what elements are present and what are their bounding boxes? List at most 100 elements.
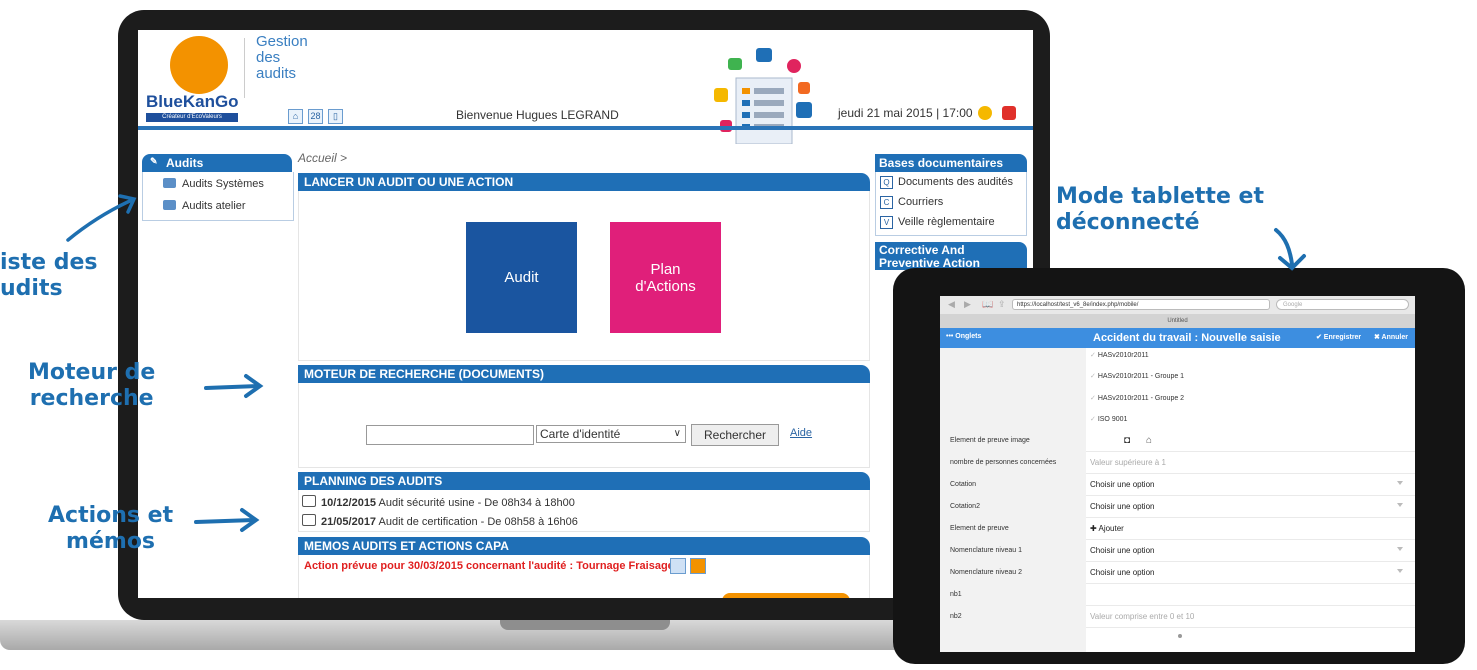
chevron-down-icon bbox=[1397, 569, 1403, 573]
form-row[interactable]: Nomenclature niveau 1 Choisir une option bbox=[940, 540, 1415, 562]
form-row-label: Element de preuve bbox=[940, 518, 1086, 540]
planning-text: Audit sécurité usine - De 08h34 à 18h00 bbox=[378, 497, 575, 509]
memo-item[interactable]: Action prévue pour 30/03/2015 concernant… bbox=[304, 560, 674, 572]
nav-audits-header[interactable]: ✎ Audits bbox=[142, 154, 292, 172]
checklist-label: ISO 9001 bbox=[1097, 416, 1128, 423]
form-row-label: Cotation bbox=[940, 474, 1086, 496]
app-title-line: audits bbox=[256, 65, 297, 82]
arrow-icon bbox=[66, 194, 137, 242]
form-row[interactable]: Cotation Choisir une option bbox=[940, 474, 1415, 496]
document-icon: Q bbox=[880, 176, 893, 189]
form-row-label: Nomenclature niveau 1 bbox=[940, 540, 1086, 562]
bases-item-label: Courriers bbox=[898, 196, 944, 208]
browser-tab[interactable]: Untitled bbox=[940, 314, 1415, 328]
cotation2-select[interactable]: Choisir une option bbox=[1090, 496, 1154, 518]
bases-item[interactable]: Q Documents des audités bbox=[880, 176, 1013, 189]
arrow-icon bbox=[194, 508, 260, 532]
nb2-input[interactable]: Valeur comprise entre 0 et 10 bbox=[1090, 606, 1194, 628]
forward-icon[interactable]: ▶ bbox=[964, 299, 971, 310]
add-proof-button[interactable]: ✚ Ajouter bbox=[1090, 518, 1124, 540]
audit-tile[interactable]: Audit bbox=[466, 222, 577, 333]
nomenclature1-select[interactable]: Choisir une option bbox=[1090, 540, 1154, 562]
bases-item[interactable]: V Veille règlementaire bbox=[880, 216, 995, 229]
arrow-icon bbox=[1274, 228, 1306, 271]
bell-icon[interactable] bbox=[978, 106, 992, 120]
folder-icon bbox=[163, 178, 176, 188]
bookmarks-icon[interactable]: 📖 bbox=[982, 299, 993, 310]
form-row: Element de preuve image ◘ ⌂ bbox=[940, 430, 1415, 452]
mail-icon: C bbox=[880, 196, 893, 209]
title-divider bbox=[244, 38, 245, 98]
breadcrumb[interactable]: Accueil > bbox=[298, 151, 347, 165]
search-input[interactable] bbox=[366, 425, 534, 445]
gallery-icon[interactable]: ⌂ bbox=[1146, 435, 1152, 446]
capa-header[interactable]: Corrective And Preventive Action bbox=[875, 242, 1027, 270]
tabs-button[interactable]: ••• Onglets bbox=[946, 333, 981, 340]
checklist-label-cell bbox=[940, 348, 1086, 436]
search-section-title: MOTEUR DE RECHERCHE (DOCUMENTS) bbox=[298, 365, 870, 383]
nav-item-audits-atelier[interactable]: Audits atelier bbox=[163, 200, 246, 212]
nav-item-audits-systemes[interactable]: Audits Systèmes bbox=[163, 178, 264, 190]
folder-icon bbox=[163, 200, 176, 210]
tablet-icon[interactable]: ▯ bbox=[328, 109, 343, 124]
bases-header: Bases documentaires bbox=[875, 154, 1027, 172]
plan-actions-tile[interactable]: Plan d'Actions bbox=[610, 222, 721, 333]
checklist-item[interactable]: ✓ HASv2010r2011 bbox=[1090, 351, 1149, 359]
action-icon[interactable] bbox=[690, 558, 706, 574]
pencil-icon: ✎ bbox=[150, 156, 158, 166]
checklist-label: HASv2010r2011 bbox=[1097, 352, 1149, 359]
power-icon[interactable] bbox=[1002, 106, 1016, 120]
checklist-item[interactable]: ✓ HASv2010r2011 - Groupe 2 bbox=[1090, 394, 1184, 402]
checklist-label: HASv2010r2011 - Groupe 2 bbox=[1097, 395, 1185, 402]
help-link[interactable]: Aide bbox=[790, 427, 812, 439]
annotation-tablette: Mode tablette et déconnecté bbox=[1056, 184, 1264, 235]
nav-title: Audits bbox=[166, 156, 204, 170]
bases-item[interactable]: C Courriers bbox=[880, 196, 943, 209]
launch-section bbox=[298, 191, 870, 361]
save-button[interactable]: ✔ Enregistrer bbox=[1316, 333, 1361, 341]
nomenclature2-select[interactable]: Choisir une option bbox=[1090, 562, 1154, 584]
form-row-label: nb1 bbox=[940, 584, 1086, 606]
check-icon: ✓ bbox=[1090, 373, 1098, 380]
form-row[interactable]: Nomenclature niveau 2 Choisir une option bbox=[940, 562, 1415, 584]
planning-row[interactable]: 10/12/2015 Audit sécurité usine - De 08h… bbox=[302, 495, 575, 509]
calendar-icon[interactable]: 28 bbox=[308, 109, 323, 124]
checklist-item[interactable]: ✓ HASv2010r2011 - Groupe 1 bbox=[1090, 372, 1184, 380]
brand-tagline: Créateur d'EcoValeurs bbox=[146, 113, 238, 122]
chevron-down-icon bbox=[1397, 547, 1403, 551]
planning-row[interactable]: 21/05/2017 Audit de certification - De 0… bbox=[302, 514, 578, 528]
search-button[interactable]: Rechercher bbox=[691, 424, 779, 446]
cotation-select[interactable]: Choisir une option bbox=[1090, 474, 1154, 496]
brand-name: BlueKanGo bbox=[146, 92, 239, 111]
share-icon[interactable]: ⇪ bbox=[998, 299, 1006, 310]
form-row-label-partial bbox=[940, 628, 1086, 652]
laptop-notch bbox=[500, 620, 670, 630]
chevron-down-icon bbox=[1397, 503, 1403, 507]
home-icon[interactable]: ⌂ bbox=[288, 109, 303, 124]
tablet-screen: ◀ ▶ 📖 ⇪ https://localhost/test_v6_8e/ind… bbox=[940, 296, 1415, 652]
form-row[interactable]: nb1 bbox=[940, 584, 1415, 606]
url-bar[interactable]: https://localhost/test_v6_8e/index.php/m… bbox=[1012, 299, 1270, 310]
bases-item-label: Veille règlementaire bbox=[898, 216, 995, 228]
cancel-button[interactable]: ✖ Annuler bbox=[1374, 333, 1408, 341]
form-row[interactable]: nombre de personnes concernées Valeur su… bbox=[940, 452, 1415, 474]
more-memos-button[interactable] bbox=[722, 593, 850, 598]
annotation-actions: Actions et mémos bbox=[48, 503, 174, 554]
camera-icon[interactable]: ◘ bbox=[1124, 435, 1130, 446]
browser-search-input[interactable]: Google bbox=[1276, 299, 1409, 310]
form-row[interactable]: Cotation2 Choisir une option bbox=[940, 496, 1415, 518]
form-row[interactable]: nb2 Valeur comprise entre 0 et 10 bbox=[940, 606, 1415, 628]
search-type-select[interactable]: Carte d'identité ∨ bbox=[536, 425, 686, 443]
eye-icon bbox=[302, 514, 316, 526]
back-icon[interactable]: ◀ bbox=[948, 299, 955, 310]
brand-logo[interactable]: BlueKanGo Créateur d'EcoValeurs bbox=[146, 36, 239, 122]
header-divider bbox=[138, 126, 1033, 130]
app-title-line: des bbox=[256, 49, 281, 66]
chart-icon[interactable] bbox=[670, 558, 686, 574]
checklist-item[interactable]: ✓ ISO 9001 bbox=[1090, 415, 1127, 423]
planning-text: Audit de certification - De 08h58 à 16h0… bbox=[378, 516, 578, 528]
form-row[interactable]: Element de preuve ✚ Ajouter bbox=[940, 518, 1415, 540]
planning-date: 21/05/2017 bbox=[321, 516, 377, 528]
arrow-icon bbox=[204, 374, 264, 398]
persons-count-input[interactable]: Valeur supérieure à 1 bbox=[1090, 452, 1166, 474]
